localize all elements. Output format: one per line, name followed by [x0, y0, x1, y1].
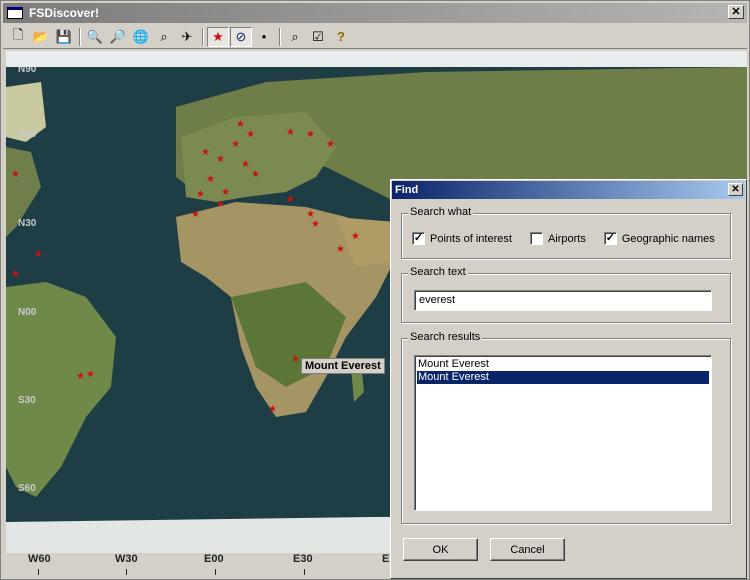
- poi-marker-icon[interactable]: ★: [326, 139, 335, 150]
- search-what-group: Search what ✓ Points of interest Airport…: [401, 206, 731, 259]
- lon-label-e30: E30: [293, 553, 313, 565]
- poi-marker-icon[interactable]: ★: [306, 129, 315, 140]
- poi-marker-icon[interactable]: ★: [291, 354, 300, 365]
- airports-label: Airports: [547, 232, 586, 245]
- lat-label-s30: S30: [18, 395, 36, 406]
- poi-marker-icon[interactable]: ★: [251, 169, 260, 180]
- app-icon: [7, 7, 23, 19]
- poi-marker-icon[interactable]: ★: [11, 169, 20, 180]
- find-dialog-title: Find: [395, 184, 419, 196]
- poi-marker-icon[interactable]: ★: [246, 129, 255, 140]
- poi-marker-icon[interactable]: ★: [206, 174, 215, 185]
- poi-marker-icon[interactable]: ★: [221, 187, 230, 198]
- poi-marker-icon[interactable]: ★: [86, 369, 95, 380]
- poi-marker-icon[interactable]: ★: [191, 209, 200, 220]
- airports-check-icon[interactable]: [529, 232, 543, 245]
- toolbar-separator: [202, 27, 204, 46]
- poi-marker-icon[interactable]: ★: [216, 199, 225, 210]
- points-of-interest-check-icon[interactable]: ✓: [412, 232, 425, 245]
- dot-icon[interactable]: •: [253, 27, 275, 47]
- save-icon[interactable]: 💾: [53, 27, 75, 47]
- toolbar-separator: [279, 27, 281, 46]
- cancel-button[interactable]: Cancel: [490, 538, 565, 561]
- lon-tick: [304, 569, 305, 575]
- poi-marker-icon[interactable]: ★: [11, 269, 20, 280]
- list-item[interactable]: Mount Everest: [417, 358, 709, 371]
- poi-marker-icon[interactable]: ★: [216, 154, 225, 165]
- search-text-label: Search text: [408, 266, 468, 278]
- ok-button[interactable]: OK: [403, 538, 478, 561]
- poi-marker-icon[interactable]: ★: [196, 189, 205, 200]
- search-what-label: Search what: [408, 206, 474, 218]
- geographic-names-checkbox[interactable]: ✓ Geographic names: [603, 232, 715, 245]
- find-dialog-close-button[interactable]: ✕: [728, 183, 743, 196]
- poi-marker-icon[interactable]: ★: [76, 371, 85, 382]
- search-results-label: Search results: [408, 331, 483, 343]
- poi-marker-icon[interactable]: ★: [231, 139, 240, 150]
- help-icon[interactable]: ?: [330, 27, 352, 47]
- search-text-input[interactable]: everest: [414, 290, 712, 311]
- airports-checkbox[interactable]: Airports: [529, 232, 586, 245]
- title-bar[interactable]: FSDiscover! ✕: [3, 3, 747, 23]
- compass-icon[interactable]: ⊘: [230, 26, 252, 47]
- toolbar-separator: [79, 27, 81, 46]
- poi-marker-icon[interactable]: ★: [286, 194, 295, 205]
- airplane-icon[interactable]: ✈: [176, 27, 198, 47]
- checkbox-icon[interactable]: ☑: [307, 27, 329, 47]
- search-what-options: ✓ Points of interest Airports ✓ Geograph…: [412, 232, 715, 245]
- poi-marker-icon[interactable]: ★: [311, 219, 320, 230]
- new-icon[interactable]: 🗋: [7, 27, 29, 47]
- window-close-button[interactable]: ✕: [728, 5, 744, 19]
- poi-marker-icon[interactable]: ★: [268, 404, 277, 415]
- lat-label-n90: N90: [18, 67, 37, 75]
- geographic-names-check-icon[interactable]: ✓: [603, 232, 617, 245]
- poi-marker-icon[interactable]: ★: [286, 127, 295, 138]
- poi-marker-icon[interactable]: ★: [236, 119, 245, 130]
- lat-label-n30: N30: [18, 218, 37, 229]
- zoom-fit-icon[interactable]: ⌕: [153, 27, 175, 47]
- lon-tick: [215, 569, 216, 575]
- search-text-group: Search text everest: [401, 266, 731, 323]
- star-icon[interactable]: ★: [207, 26, 229, 47]
- poi-marker-icon[interactable]: ★: [241, 159, 250, 170]
- poi-marker-icon[interactable]: ★: [34, 249, 43, 260]
- open-icon[interactable]: 📂: [30, 27, 52, 47]
- main-window: FSDiscover! ✕ 🗋 📂 💾 🔍 🔎 🌐 ⌕ ✈ ★ ⊘ • ⌕ ☑? ★ ★ ★ ★ ★ ★ ★ ★ ★ ★: [0, 0, 750, 580]
- lon-label-e00: E00: [204, 553, 224, 565]
- lon-label-e60: E: [382, 553, 390, 565]
- search-results-group: Search results Mount Everest Mount Everes…: [401, 331, 731, 524]
- points-of-interest-label: Points of interest: [430, 232, 512, 245]
- window-title: FSDiscover!: [29, 6, 100, 20]
- poi-marker-icon[interactable]: ★: [201, 147, 210, 158]
- geographic-names-label: Geographic names: [621, 232, 715, 245]
- poi-marker-icon[interactable]: ★: [351, 231, 360, 242]
- search-results-list[interactable]: Mount Everest Mount Everest: [414, 355, 712, 511]
- globe-icon[interactable]: 🌐: [130, 27, 152, 47]
- lon-tick: [126, 569, 127, 575]
- find-dialog-title-bar[interactable]: Find ✕: [392, 181, 745, 199]
- toolbar: 🗋 📂 💾 🔍 🔎 🌐 ⌕ ✈ ★ ⊘ • ⌕ ☑?: [3, 25, 747, 49]
- lon-label-w30: W30: [115, 553, 138, 565]
- find-icon[interactable]: ⌕: [284, 27, 306, 47]
- find-dialog: Find ✕ Search what ✓ Points of interest …: [390, 179, 747, 579]
- map-top-strip: [6, 51, 747, 67]
- zoom-out-icon[interactable]: 🔎: [107, 27, 129, 47]
- lat-label-n60: N60: [18, 129, 37, 140]
- points-of-interest-checkbox[interactable]: ✓ Points of interest: [412, 232, 512, 245]
- list-item[interactable]: Mount Everest: [417, 371, 709, 384]
- lat-label-s60: S60: [18, 483, 36, 494]
- zoom-in-icon[interactable]: 🔍: [84, 27, 106, 47]
- lon-label-w60: W60: [28, 553, 51, 565]
- map-tooltip: Mount Everest: [301, 358, 385, 374]
- lat-label-n00: N00: [18, 307, 37, 318]
- poi-marker-icon[interactable]: ★: [336, 244, 345, 255]
- lon-tick: [38, 569, 39, 575]
